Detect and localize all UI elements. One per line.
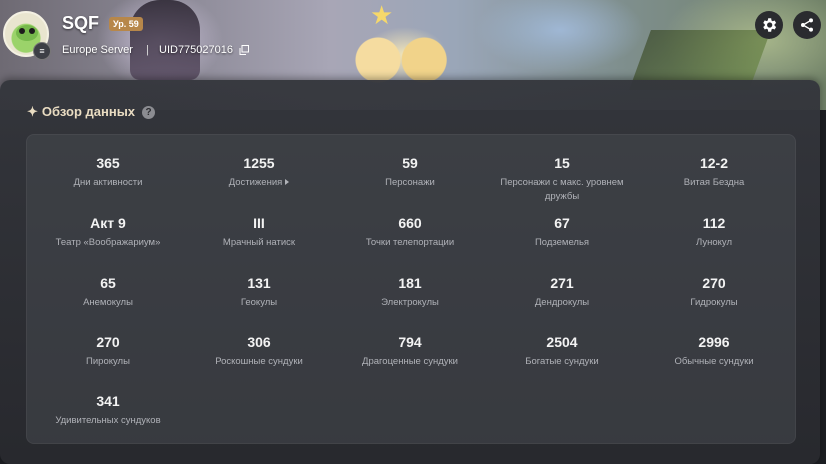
chevron-right-icon: [285, 179, 290, 186]
stat-value: 181: [398, 275, 422, 291]
stat-value: 67: [554, 215, 570, 231]
stat-value: 65: [100, 275, 116, 291]
section-title: ✦ Обзор данных: [27, 104, 135, 120]
stat-pyroculus: 270 Пирокулы: [33, 334, 183, 369]
share-button[interactable]: [793, 11, 821, 39]
stat-value: 270: [96, 334, 120, 350]
stat-value: 59: [402, 155, 418, 171]
copy-icon[interactable]: [239, 45, 249, 55]
stat-value: III: [253, 215, 265, 231]
server-name: Europe Server: [62, 44, 133, 56]
stat-value: 12-2: [699, 155, 729, 171]
stat-domains: 67 Подземелья: [487, 215, 637, 250]
divider: |: [146, 44, 149, 56]
avatar-eye: [19, 28, 25, 34]
stat-achievements[interactable]: 1255 Достижения: [184, 155, 334, 190]
stat-label: Подземелья: [534, 237, 590, 248]
stat-label: Электрокулы: [381, 297, 439, 308]
stat-value: 794: [398, 334, 422, 350]
stat-spiral-abyss: 12-2 Витая Бездна: [639, 155, 789, 190]
share-icon: [801, 18, 813, 32]
banner-character-left: [130, 0, 200, 80]
section-title-text: Обзор данных: [41, 104, 136, 119]
stat-onslaught: III Мрачный натиск: [184, 215, 334, 250]
stat-remarkable-chests: 341 Удивительных сундуков: [33, 393, 183, 428]
menu-icon[interactable]: ≡: [33, 42, 51, 60]
stat-value: 270: [702, 275, 726, 291]
stat-label: Персонажи: [385, 177, 435, 188]
stat-label-text: Достижения: [228, 177, 283, 188]
stat-value: 660: [398, 215, 422, 231]
stat-label: Роскошные сундуки: [215, 356, 303, 367]
stat-label: Витая Бездна: [683, 177, 745, 188]
stat-label: Драгоценные сундуки: [362, 356, 458, 367]
stat-label: Дендрокулы: [534, 297, 590, 308]
stat-value: 306: [247, 334, 271, 350]
stat-label: Театр «Воображариум»: [55, 237, 161, 248]
stat-value: 2996: [698, 334, 730, 350]
stat-luxurious-chests: 306 Роскошные сундуки: [184, 334, 334, 369]
stat-characters: 59 Персонажи: [335, 155, 485, 190]
user-name: SQF: [62, 13, 100, 33]
uid-text: UID775027016: [159, 44, 234, 56]
stats-card: 365 Дни активности 1255 Достижения 59 Пе…: [26, 134, 796, 444]
gear-icon: [763, 18, 777, 32]
stat-label: Дни активности: [73, 177, 143, 188]
stat-label: Достижения: [184, 176, 334, 190]
stat-value: Акт 9: [90, 215, 126, 231]
stat-theater: Акт 9 Театр «Воображариум»: [33, 215, 183, 250]
stat-label: Мрачный натиск: [222, 237, 296, 248]
stat-label: Обычные сундуки: [674, 356, 754, 367]
sparkle-icon: ✦: [27, 104, 38, 119]
avatar-eye: [29, 28, 35, 34]
stat-lunoculus: 112 Лунокул: [639, 215, 789, 250]
stat-precious-chests: 794 Драгоценные сундуки: [335, 334, 485, 369]
stat-value: 365: [96, 155, 120, 171]
stat-value: 271: [550, 275, 574, 291]
settings-button[interactable]: [755, 11, 783, 39]
level-badge: Ур. 59: [109, 17, 143, 31]
stat-label: Пирокулы: [86, 356, 130, 367]
stat-dendroculus: 271 Дендрокулы: [487, 275, 637, 310]
stat-anemoculus: 65 Анемокулы: [33, 275, 183, 310]
stat-waypoints: 660 Точки телепортации: [335, 215, 485, 250]
stat-geoculus: 131 Геокулы: [184, 275, 334, 310]
help-icon[interactable]: ?: [142, 106, 155, 119]
stat-label: Персонажи с макс. уровнем дружбы: [500, 177, 624, 202]
stat-active-days: 365 Дни активности: [33, 155, 183, 190]
stat-value: 131: [247, 275, 271, 291]
stat-label: Геокулы: [240, 297, 278, 308]
stat-max-friendship: 15 Персонажи с макс. уровнем дружбы: [487, 155, 637, 204]
stat-label: Удивительных сундуков: [55, 415, 161, 426]
stat-label: Точки телепортации: [365, 237, 455, 248]
stat-common-chests: 2996 Обычные сундуки: [639, 334, 789, 369]
stat-hydroculus: 270 Гидрокулы: [639, 275, 789, 310]
stat-value: 1255: [243, 155, 275, 171]
stat-exquisite-chests: 2504 Богатые сундуки: [487, 334, 637, 369]
banner-star: ★: [370, 0, 394, 30]
stat-label: Анемокулы: [83, 297, 133, 308]
stat-value: 2504: [546, 334, 578, 350]
stat-label: Лунокул: [696, 237, 732, 248]
stat-electroculus: 181 Электрокулы: [335, 275, 485, 310]
stat-label: Богатые сундуки: [525, 356, 599, 367]
stat-value: 341: [96, 393, 120, 409]
stat-value: 112: [702, 215, 726, 231]
stat-value: 15: [554, 155, 570, 171]
stat-label: Гидрокулы: [690, 297, 738, 308]
